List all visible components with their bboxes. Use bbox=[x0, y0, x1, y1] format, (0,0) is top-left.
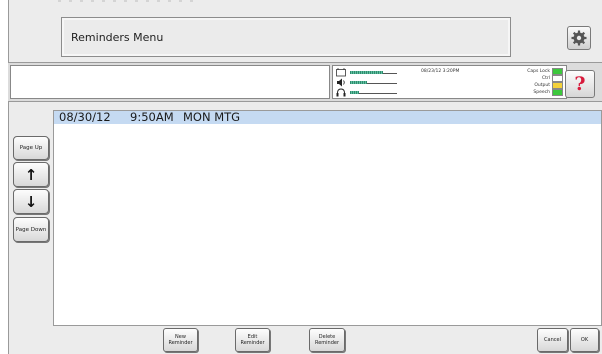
key-indicators: Caps Lock Ctrl Output Speech bbox=[495, 68, 563, 96]
reminders-list[interactable]: 08/30/12 9:50AM MON MTG bbox=[53, 110, 602, 326]
cancel-label: Cancel bbox=[544, 337, 561, 343]
status-bar: 08/23/12 3:20PM Caps Lock Ctrl Output Sp… bbox=[8, 62, 602, 102]
keyboard-icon bbox=[336, 68, 346, 77]
reminder-date: 08/30/12 bbox=[59, 110, 111, 124]
page-up-label: Page Up bbox=[19, 145, 43, 151]
new-reminder-label: New Reminder bbox=[168, 334, 193, 346]
arrow-down-icon: ↓ bbox=[24, 192, 38, 211]
status-datetime: 08/23/12 3:20PM bbox=[421, 69, 460, 74]
headphones-level bbox=[350, 91, 359, 94]
edit-reminder-label: Edit Reminder bbox=[240, 334, 265, 346]
indicator-speech: Speech bbox=[495, 89, 563, 96]
edit-reminder-button[interactable]: Edit Reminder bbox=[235, 328, 270, 352]
scroll-down-button[interactable]: ↓ bbox=[13, 189, 49, 214]
ok-button[interactable]: OK bbox=[570, 328, 599, 352]
help-button[interactable]: ? bbox=[565, 70, 595, 98]
new-reminder-button[interactable]: New Reminder bbox=[163, 328, 198, 352]
reminder-time: 9:50AM bbox=[130, 110, 174, 124]
page-title: Reminders Menu bbox=[71, 31, 164, 44]
indicator-output: Output bbox=[495, 82, 563, 89]
help-icon: ? bbox=[574, 73, 586, 95]
arrow-up-icon: ↑ bbox=[24, 165, 38, 184]
delete-reminder-button[interactable]: Delete Reminder bbox=[309, 328, 345, 352]
page-down-label: Page Down bbox=[15, 226, 47, 233]
list-item[interactable]: 08/30/12 9:50AM MON MTG bbox=[54, 110, 601, 124]
speaker-level bbox=[350, 81, 367, 84]
indicator-ctrl: Ctrl bbox=[495, 75, 563, 82]
reminder-text: MON MTG bbox=[183, 110, 241, 124]
settings-button[interactable] bbox=[567, 26, 591, 50]
delete-reminder-label: Delete Reminder bbox=[314, 334, 340, 346]
page-up-button[interactable]: Page Up bbox=[13, 136, 49, 160]
cancel-button[interactable]: Cancel bbox=[537, 328, 568, 352]
status-panel: 08/23/12 3:20PM Caps Lock Ctrl Output Sp… bbox=[332, 65, 567, 99]
gear-icon bbox=[571, 30, 587, 46]
ok-label: OK bbox=[580, 337, 589, 343]
speaker-icon bbox=[337, 78, 345, 87]
indicator-caps-lock: Caps Lock bbox=[495, 68, 563, 75]
top-ruler-marks bbox=[58, 0, 198, 2]
title-panel: Reminders Menu bbox=[61, 17, 511, 57]
keyboard-level bbox=[350, 71, 383, 74]
scroll-up-button[interactable]: ↑ bbox=[13, 162, 49, 187]
headphones-icon bbox=[336, 88, 346, 97]
page-down-button[interactable]: Page Down bbox=[13, 217, 49, 242]
message-box bbox=[10, 65, 330, 99]
